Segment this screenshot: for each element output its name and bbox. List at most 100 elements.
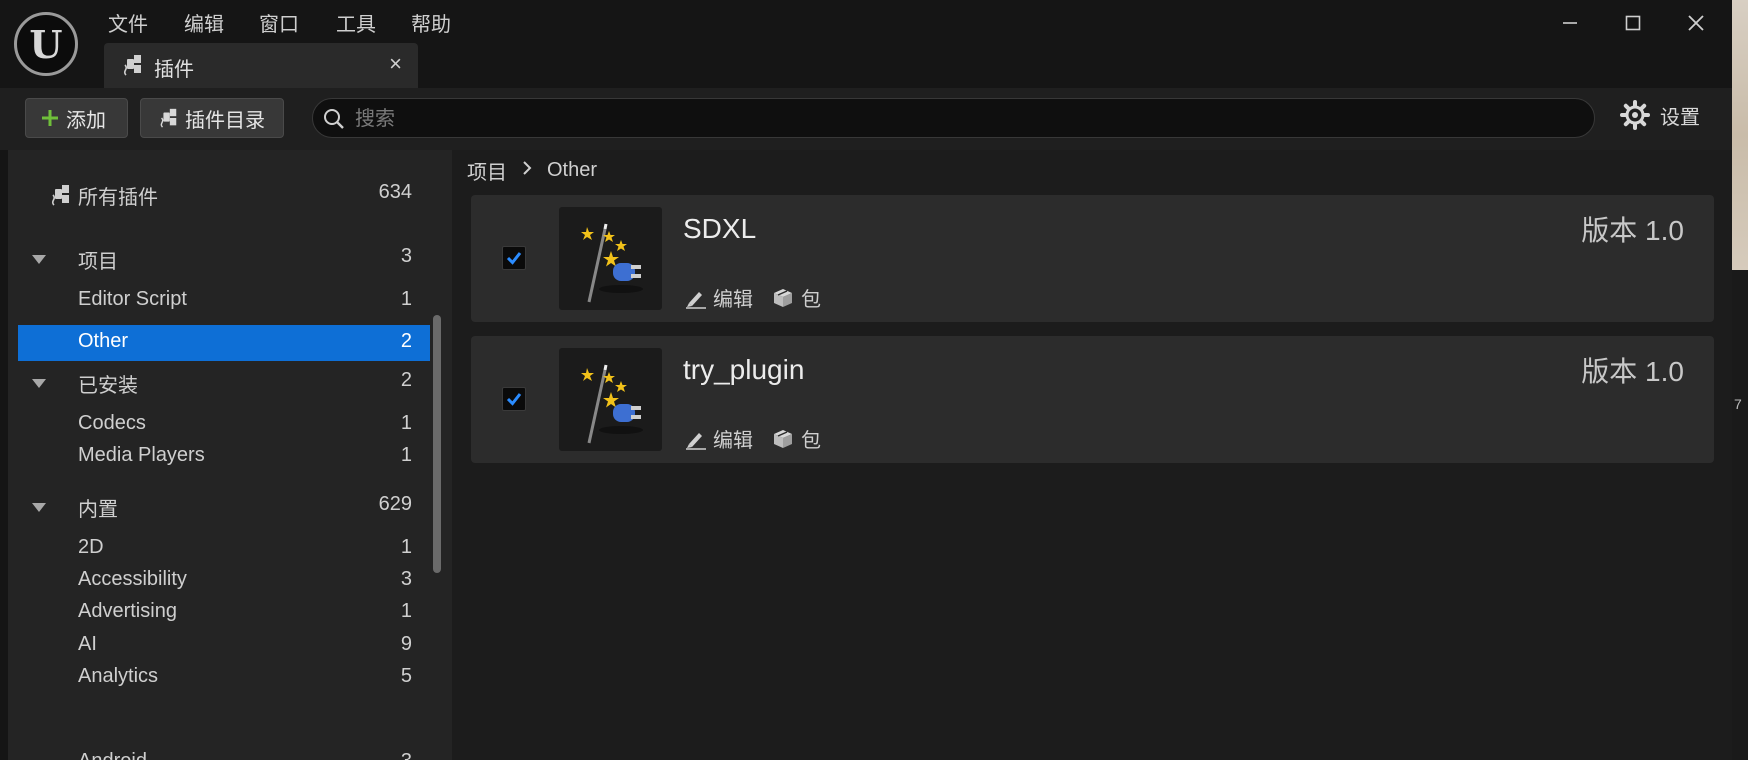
sidebar-item-label: Analytics [78,665,159,687]
close-icon [1688,15,1704,31]
background-wallpaper [1732,0,1748,270]
sidebar-item-2d[interactable]: 2D 1 [18,531,430,567]
gear-icon [1620,100,1650,130]
sidebar-item-count: 2 [400,369,412,391]
plugin-card[interactable]: try_plugin 版本 1.0 编辑 包 [471,336,1714,463]
plugins-window: U 文件 编辑 窗口 工具 帮助 插件 × 添加 插件目录 搜索 设置 所有插件… [0,0,1733,760]
sidebar-item-label: Other [78,330,129,352]
checkmark-icon [506,252,522,265]
plugin-icon [120,53,144,83]
tab-close-button[interactable]: × [389,51,402,77]
sidebar-item-label: 所有插件 [78,187,158,209]
plugin-version: 版本 1.0 [1581,215,1684,246]
close-window-button[interactable] [1672,4,1720,42]
sidebar-item-label: Editor Script [78,288,187,310]
pencil-icon [686,291,706,309]
sidebar-item-count: 1 [400,444,412,466]
plugin-enabled-checkbox[interactable] [502,387,526,411]
minimize-button[interactable] [1546,4,1594,42]
expand-triangle-icon[interactable] [32,379,46,388]
plugin-enabled-checkbox[interactable] [502,246,526,270]
sidebar-item-other[interactable]: Other 2 [18,325,430,361]
sidebar-group-installed[interactable]: 已安装 2 [18,364,430,400]
plus-icon [42,110,58,126]
pencil-icon [686,432,706,450]
sidebar-item-count: 5 [400,665,412,687]
package-label: 包 [801,289,821,311]
sidebar-item-count: 9 [400,633,412,655]
maximize-button[interactable] [1609,4,1657,42]
sidebar-item-count: 3 [401,750,412,760]
magic-wand-plug-icon [581,223,643,303]
edit-plugin-button[interactable]: 编辑 [685,283,753,312]
expand-triangle-icon[interactable] [32,503,46,512]
plugin-card[interactable]: SDXL 版本 1.0 编辑 包 [471,195,1714,322]
edit-label: 编辑 [713,289,753,311]
sidebar-item-count: 2 [400,330,412,352]
sidebar-item-label: 项目 [78,251,118,273]
settings-button[interactable]: 设置 [1620,100,1700,130]
sidebar-item-accessibility[interactable]: Accessibility 3 [18,563,430,599]
sidebar-item-count: 629 [378,493,412,515]
sidebar-item-count: 634 [378,181,412,203]
edit-plugin-button[interactable]: 编辑 [685,424,753,453]
breadcrumb: 项目 Other [467,156,597,185]
sidebar-item-label: 已安装 [78,375,138,397]
sidebar-group-builtin[interactable]: 内置 629 [18,488,430,524]
sidebar-item-label: Media Players [78,444,205,466]
package-label: 包 [801,430,821,452]
sidebar-item-label: Accessibility [78,568,187,590]
menu-help[interactable]: 帮助 [411,8,451,37]
menu-window[interactable]: 窗口 [259,8,299,37]
add-button[interactable]: 添加 [25,98,128,138]
package-plugin-button[interactable]: 包 [771,283,821,312]
edit-label: 编辑 [713,430,753,452]
plugin-icon [160,108,177,128]
sidebar-item-count: 1 [400,536,412,558]
chevron-right-icon [521,159,533,182]
expand-triangle-icon[interactable] [32,255,46,264]
sidebar-item-label: AI [78,633,97,655]
sidebar-item-media-players[interactable]: Media Players 1 [18,439,430,475]
package-icon [774,429,792,448]
sidebar-item-analytics[interactable]: Analytics 5 [18,660,430,696]
sidebar-item-ai[interactable]: AI 9 [18,628,430,664]
search-input[interactable] [353,103,1557,135]
sidebar-item-label: Android [78,750,147,760]
breadcrumb-root[interactable]: 项目 [467,156,507,185]
tab-label: 插件 [154,59,194,81]
sidebar-item-codecs[interactable]: Codecs 1 [18,407,430,443]
menu-file[interactable]: 文件 [108,8,148,37]
toolbar: 添加 插件目录 设置 [0,88,1732,150]
add-button-label: 添加 [66,109,106,132]
sidebar-item-count: 1 [400,288,412,310]
menu-edit[interactable]: 编辑 [184,8,224,37]
sidebar-item-label: 内置 [78,499,118,521]
sidebar-item-label: 2D [78,536,104,558]
menu-tools[interactable]: 工具 [336,8,376,37]
checkmark-icon [506,393,522,406]
sidebar-group-project[interactable]: 项目 3 [18,240,430,276]
background-window-edge: 7 [1732,0,1748,760]
breadcrumb-current[interactable]: Other [547,159,597,182]
sidebar-item-count: 3 [400,245,412,267]
unreal-logo-icon[interactable]: U [14,12,78,76]
plugin-version: 版本 1.0 [1581,356,1684,387]
sidebar-item-count: 1 [400,600,412,622]
sidebar-item-label: Codecs [78,412,146,434]
sidebar-item-android[interactable]: Android 3 [18,745,430,760]
sidebar-scrollbar[interactable] [433,315,441,573]
minimize-icon [1563,22,1577,24]
sidebar-item-editor-script[interactable]: Editor Script 1 [18,283,430,319]
sidebar-item-all-plugins[interactable]: 所有插件 634 [18,176,430,212]
plugin-catalog-label: 插件目录 [185,109,265,132]
package-icon [774,288,792,307]
plugin-name: try_plugin [683,354,805,385]
tab-plugins[interactable]: 插件 × [104,43,418,88]
package-plugin-button[interactable]: 包 [771,424,821,453]
plugin-icon [48,183,72,213]
search-box [312,98,1595,138]
plugin-catalog-button[interactable]: 插件目录 [140,98,284,138]
sidebar-item-advertising[interactable]: Advertising 1 [18,595,430,631]
plugin-list-panel: 项目 Other SDXL 版本 1.0 编辑 包 try_plugin 版本 … [452,150,1732,760]
